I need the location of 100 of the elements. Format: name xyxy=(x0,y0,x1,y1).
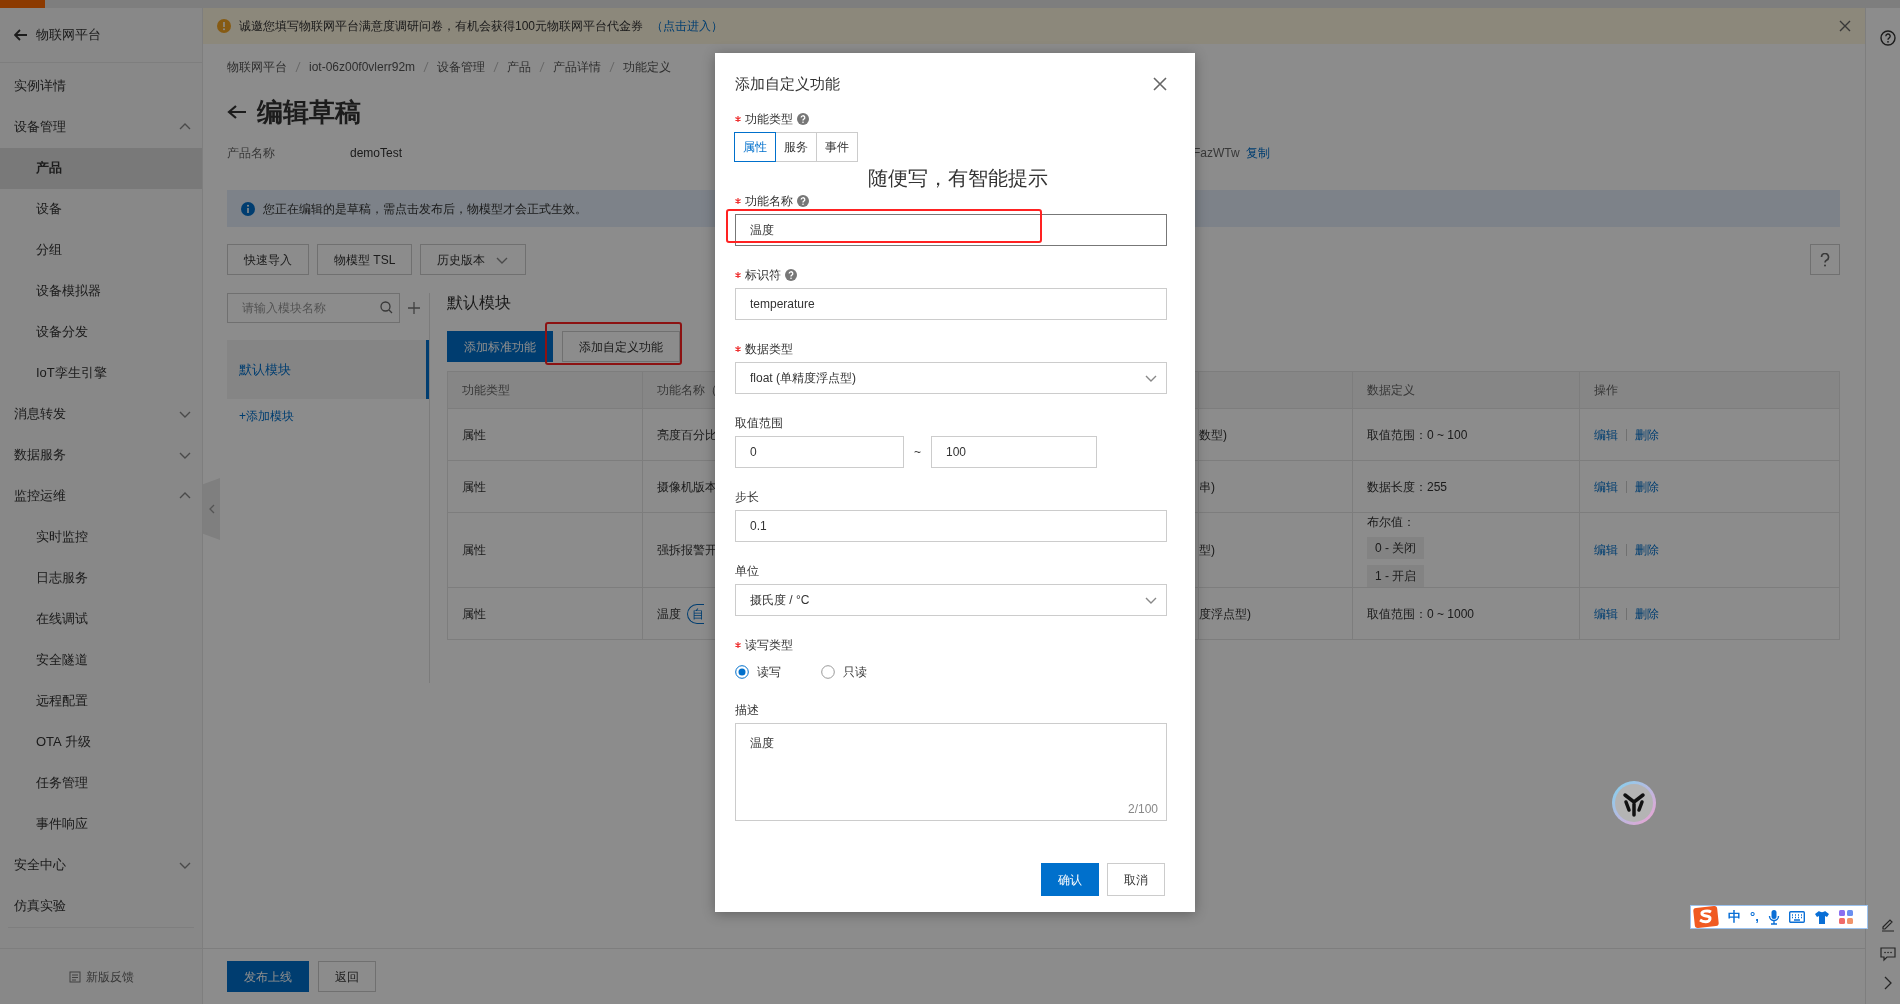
table-cell: 取值范围：0 ~ 100 xyxy=(1352,409,1579,460)
sidebar-subitem[interactable]: 日志服务 xyxy=(0,557,202,599)
sidebar-subitem[interactable]: 远程配置 xyxy=(0,680,202,722)
segment-tab[interactable]: 服务 xyxy=(775,132,817,162)
ime-logo-icon[interactable] xyxy=(1693,906,1719,928)
microphone-icon[interactable] xyxy=(1767,909,1780,925)
close-icon[interactable] xyxy=(1153,77,1167,91)
breadcrumb-item[interactable]: 产品详情 xyxy=(553,58,602,76)
radio-label[interactable]: 只读 xyxy=(843,663,867,681)
delete-link[interactable]: 删除 xyxy=(1635,425,1659,444)
breadcrumb-item[interactable]: 产品 xyxy=(507,58,532,76)
edit-link[interactable]: 编辑 xyxy=(1594,541,1618,559)
sidebar-item[interactable]: 安全中心 xyxy=(0,844,202,886)
keyboard-icon[interactable] xyxy=(1788,911,1805,923)
breadcrumb-item[interactable]: 设备管理 xyxy=(437,58,486,76)
custom-tag: 自 xyxy=(687,603,704,624)
module-item[interactable]: 默认模块 xyxy=(227,340,429,399)
edit-link[interactable]: 编辑 xyxy=(1594,425,1618,444)
secondary-button[interactable]: 添加自定义功能 xyxy=(562,331,680,362)
field-label: 功能类型 xyxy=(745,111,793,127)
publish-button[interactable]: 发布上线 xyxy=(227,961,309,992)
delete-link[interactable]: 删除 xyxy=(1635,541,1659,559)
table-cell-text: 温度 xyxy=(657,605,681,623)
shirt-icon[interactable] xyxy=(1813,910,1830,924)
table-cell: 数据长度：255 xyxy=(1352,461,1579,512)
segment-tab[interactable]: 事件 xyxy=(816,132,858,162)
text-area[interactable]: 温度 2/100 xyxy=(735,723,1167,821)
input-field[interactable]: 0.1 xyxy=(735,510,1167,542)
table-cell-text: 属性 xyxy=(461,478,487,496)
table-cell: 数型) xyxy=(1198,409,1352,460)
toolbar-button[interactable]: 物模型 TSL xyxy=(317,244,413,275)
field-label: 读写类型 xyxy=(745,637,793,653)
sidebar-item[interactable]: 监控运维 xyxy=(0,475,202,517)
sidebar-title[interactable]: 物联网平台 xyxy=(36,25,101,45)
field-label: 标识符 xyxy=(745,267,781,283)
chevron-right-icon[interactable] xyxy=(1883,976,1893,990)
sidebar-subitem[interactable]: 设备模拟器 xyxy=(0,270,202,312)
input-field[interactable]: 温度 xyxy=(735,214,1167,246)
sidebar-subitem[interactable]: 设备分发 xyxy=(0,311,202,353)
sidebar-item[interactable]: 数据服务 xyxy=(0,434,202,476)
delete-link[interactable]: 删除 xyxy=(1635,477,1659,496)
close-icon[interactable] xyxy=(1839,20,1851,32)
sidebar-item[interactable]: 仿真实验 xyxy=(0,885,202,927)
apps-icon[interactable] xyxy=(1838,910,1853,924)
back-arrow-icon[interactable] xyxy=(227,104,247,120)
slash-icon xyxy=(423,61,430,73)
copy-link[interactable]: 复制 xyxy=(1245,144,1270,162)
help-button[interactable] xyxy=(1810,244,1840,275)
segment-tab[interactable]: 属性 xyxy=(734,132,776,162)
edit-link[interactable]: 编辑 xyxy=(1594,477,1618,496)
ime-punctuation[interactable]: °, xyxy=(1750,907,1759,927)
sidebar-subitem[interactable]: IoT孪生引擎 xyxy=(0,352,202,394)
help-icon[interactable] xyxy=(1880,30,1896,46)
table-cell: 度浮点型) xyxy=(1198,588,1352,639)
help-icon[interactable] xyxy=(785,269,797,281)
breadcrumb-item[interactable]: iot-06z00f0vlerr92m xyxy=(309,58,416,76)
toolbar-button[interactable]: 快速导入 xyxy=(227,244,309,275)
dropdown-button[interactable]: 历史版本 xyxy=(420,244,527,275)
sidebar-subitem[interactable]: 安全隧道 xyxy=(0,639,202,681)
sidebar-item[interactable]: 设备管理 xyxy=(0,106,202,148)
table-cell: 型) xyxy=(1198,513,1352,587)
breadcrumb-item[interactable]: 物联网平台 xyxy=(227,58,287,76)
sidebar-subitem[interactable]: 事件响应 xyxy=(0,803,202,845)
notice-link[interactable]: （点击进入） xyxy=(651,17,724,35)
sidebar-subitem[interactable]: 实时监控 xyxy=(0,516,202,558)
delete-link[interactable]: 删除 xyxy=(1635,604,1659,623)
add-module-link[interactable]: +添加模块 xyxy=(227,407,294,425)
primary-button[interactable]: 添加标准功能 xyxy=(447,331,553,362)
assistant-icon[interactable] xyxy=(1611,780,1657,826)
help-icon[interactable] xyxy=(797,195,809,207)
radio-button[interactable] xyxy=(821,665,835,679)
back-arrow-icon[interactable] xyxy=(14,28,28,41)
field-label: 单位 xyxy=(735,563,759,579)
feedback-link[interactable]: 新版反馈 xyxy=(85,967,134,986)
input-field[interactable]: 100 xyxy=(931,436,1097,468)
sidebar-subitem[interactable]: 分组 xyxy=(0,229,202,271)
input-field[interactable]: 0 xyxy=(735,436,904,468)
select-field[interactable]: float (单精度浮点型) xyxy=(735,362,1167,394)
sidebar-subitem[interactable]: 在线调试 xyxy=(0,598,202,640)
add-icon[interactable] xyxy=(408,302,420,314)
field-label: 产品名称 xyxy=(227,146,275,160)
cancel-button[interactable]: 取消 xyxy=(1107,863,1165,896)
ime-mode[interactable]: 中 xyxy=(1728,907,1741,927)
confirm-button[interactable]: 确认 xyxy=(1041,863,1099,896)
edit-link[interactable]: 编辑 xyxy=(1594,604,1618,623)
back-button[interactable]: 返回 xyxy=(318,961,376,992)
sidebar-item[interactable]: 消息转发 xyxy=(0,393,202,435)
sidebar-subitem[interactable]: 任务管理 xyxy=(0,762,202,804)
radio-button[interactable] xyxy=(735,665,749,679)
feedback-icon[interactable] xyxy=(68,970,81,983)
chat-icon[interactable] xyxy=(1880,946,1896,962)
input-field[interactable]: temperature xyxy=(735,288,1167,320)
annotation-text: 随便写，有智能提示 xyxy=(868,166,1048,191)
collapse-handle[interactable] xyxy=(203,478,220,540)
radio-label[interactable]: 读写 xyxy=(757,663,781,681)
sidebar-subitem[interactable]: OTA 升级 xyxy=(0,721,202,763)
select-field[interactable]: 摄氏度 / °C xyxy=(735,584,1167,616)
sidebar-subitem[interactable]: 产品 xyxy=(0,147,202,189)
sidebar-item[interactable]: 实例详情 xyxy=(0,65,202,107)
help-icon[interactable] xyxy=(797,113,809,125)
